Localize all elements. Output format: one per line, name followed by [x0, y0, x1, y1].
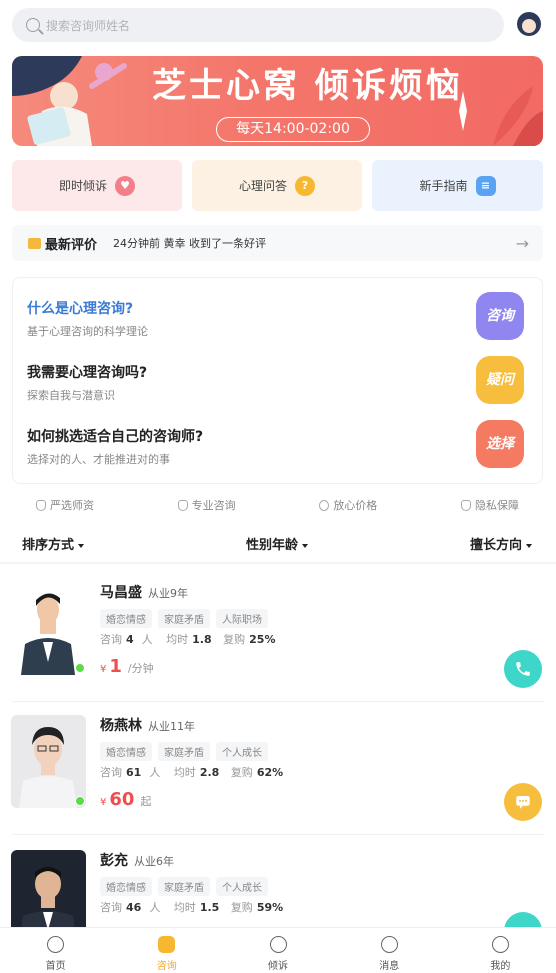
tag: 人际职场 — [216, 609, 268, 628]
diamond-icon — [177, 499, 188, 511]
review-text: 24分钟前 黄幸 收到了一条好评 — [113, 237, 267, 250]
lock-shield-icon — [460, 499, 471, 511]
call-button[interactable] — [504, 650, 542, 688]
tag: 婚恋情感 — [100, 877, 152, 896]
assurance-item: 专业咨询 — [177, 496, 236, 514]
counselor-stats: 咨询 46 人 均时 1.5 复购 59% — [100, 901, 284, 914]
message-icon — [380, 936, 398, 953]
review-icon — [28, 237, 41, 249]
quick-action-label: 新手指南 — [419, 179, 468, 193]
banner-illustration — [12, 56, 127, 146]
tag: 个人成长 — [216, 742, 268, 761]
quick-action-qa[interactable]: 心理问答 ? — [192, 160, 362, 211]
search-input[interactable]: 搜索咨询师姓名 — [12, 8, 504, 42]
profile-icon — [491, 936, 509, 953]
review-title: 最新评价 — [45, 237, 98, 253]
faq-badge-consult[interactable]: 咨询 — [476, 292, 524, 340]
assurance-item: 放心价格 — [319, 496, 377, 514]
faq-card: 什么是心理咨询? 基于心理咨询的科学理论 咨询 我需要心理咨询吗? 探索自我与潜… — [12, 277, 543, 484]
counselor-price: ¥60 起 — [100, 789, 152, 810]
quick-action-talk[interactable]: 即时倾诉 ♥ — [12, 160, 182, 211]
tag: 个人成长 — [216, 877, 268, 896]
divider — [12, 834, 544, 835]
tag: 家庭矛盾 — [158, 877, 210, 896]
faq-subtitle: 选择对的人、才能推进对的事 — [27, 453, 170, 466]
filter-bar: 排序方式 性别年龄 擅长方向 — [0, 530, 556, 558]
phone-icon — [516, 662, 530, 676]
faq-badge-choose[interactable]: 选择 — [476, 420, 524, 468]
bottom-nav: 首页 咨询 倾诉 消息 我的 — [0, 927, 556, 973]
online-status-dot — [75, 796, 85, 806]
home-icon — [47, 936, 65, 953]
heart-chat-icon: ♥ — [115, 175, 135, 196]
divider — [12, 701, 544, 702]
assurance-row: 严选师资 专业咨询 放心价格 隐私保障 — [12, 496, 543, 514]
caret-down-icon — [78, 543, 85, 548]
faq-title: 我需要心理咨询吗? — [27, 365, 148, 381]
message-icon — [516, 796, 530, 809]
nav-item-home[interactable]: 首页 — [0, 928, 111, 973]
nav-item-consult[interactable]: 咨询 — [111, 928, 222, 973]
caret-down-icon — [526, 543, 533, 548]
nav-item-messages[interactable]: 消息 — [334, 928, 445, 973]
counselor-price: ¥1/分钟 — [100, 656, 154, 677]
caret-down-icon — [302, 543, 309, 548]
message-button[interactable] — [504, 783, 542, 821]
counselor-card[interactable]: 杨燕林 从业11年 婚恋情感 家庭矛盾 个人成长 咨询 61 人 均时 2.8 复购 62… — [0, 707, 556, 835]
counselor-card[interactable]: 马昌盛 从业9年 婚恋情感 家庭矛盾 人际职场 咨询 4 人 均时 1.8 复购 25% … — [0, 574, 556, 702]
counselor-photo — [11, 715, 86, 808]
counselor-stats: 咨询 4 人 均时 1.8 复购 25% — [100, 633, 276, 646]
faq-item-choose[interactable]: 如何挑选适合自己的咨询师? 选择对的人、才能推进对的事 — [27, 426, 527, 467]
tag: 婚恋情感 — [100, 742, 152, 761]
leaf-decoration — [459, 86, 543, 146]
filter-gender-age[interactable]: 性别年龄 — [246, 534, 309, 553]
filter-sort[interactable]: 排序方式 — [22, 534, 85, 553]
talk-icon — [269, 936, 287, 953]
arrow-right-icon[interactable]: → — [516, 234, 529, 253]
counselor-name: 杨燕林 从业11年 — [100, 718, 195, 734]
consult-icon — [158, 936, 176, 953]
guide-icon: ≡ — [475, 175, 496, 196]
nav-item-talk[interactable]: 倾诉 — [222, 928, 333, 973]
faq-title: 如何挑选适合自己的咨询师? — [27, 429, 204, 445]
tag-list: 婚恋情感 家庭矛盾 个人成长 — [100, 742, 274, 761]
counselor-photo — [11, 582, 86, 675]
avatar[interactable] — [517, 12, 541, 36]
search-icon — [26, 18, 40, 32]
tag: 婚恋情感 — [100, 609, 152, 628]
faq-subtitle: 基于心理咨询的科学理论 — [27, 325, 148, 338]
question-icon: ? — [295, 175, 315, 196]
tag-list: 婚恋情感 家庭矛盾 个人成长 — [100, 877, 274, 896]
tag-list: 婚恋情感 家庭矛盾 人际职场 — [100, 609, 274, 628]
quick-action-guide[interactable]: 新手指南 ≡ — [372, 160, 543, 211]
quick-action-label: 心理问答 — [238, 179, 287, 193]
faq-item-need[interactable]: 我需要心理咨询吗? 探索自我与潜意识 — [27, 362, 527, 403]
banner-hours: 每天14:00-02:00 — [216, 117, 370, 142]
divider — [0, 562, 556, 564]
tag: 家庭矛盾 — [158, 742, 210, 761]
counselor-name: 马昌盛 从业9年 — [100, 585, 188, 601]
online-status-dot — [75, 663, 85, 673]
top-bar: 搜索咨询师姓名 — [0, 0, 556, 50]
counselor-name: 彭充 从业6年 — [100, 853, 174, 869]
yen-icon — [319, 499, 330, 511]
tag: 家庭矛盾 — [158, 609, 210, 628]
assurance-item: 严选师资 — [36, 496, 94, 514]
filter-specialty[interactable]: 擅长方向 — [470, 534, 533, 553]
latest-review-bar[interactable]: 最新评价 24分钟前 黄幸 收到了一条好评 → — [12, 225, 543, 261]
faq-item-what[interactable]: 什么是心理咨询? 基于心理咨询的科学理论 — [27, 298, 527, 339]
promo-banner[interactable]: 芝士心窝 倾诉烦恼 每天14:00-02:00 — [12, 56, 543, 146]
quick-action-label: 即时倾诉 — [58, 179, 107, 193]
faq-subtitle: 探索自我与潜意识 — [27, 389, 115, 402]
counselor-stats: 咨询 61 人 均时 2.8 复购 62% — [100, 766, 284, 779]
faq-badge-question[interactable]: 疑问 — [476, 356, 524, 404]
shield-icon — [36, 499, 46, 511]
assurance-item: 隐私保障 — [460, 496, 519, 514]
faq-title: 什么是心理咨询? — [27, 301, 134, 317]
search-placeholder: 搜索咨询师姓名 — [46, 18, 131, 33]
nav-item-profile[interactable]: 我的 — [445, 928, 556, 973]
